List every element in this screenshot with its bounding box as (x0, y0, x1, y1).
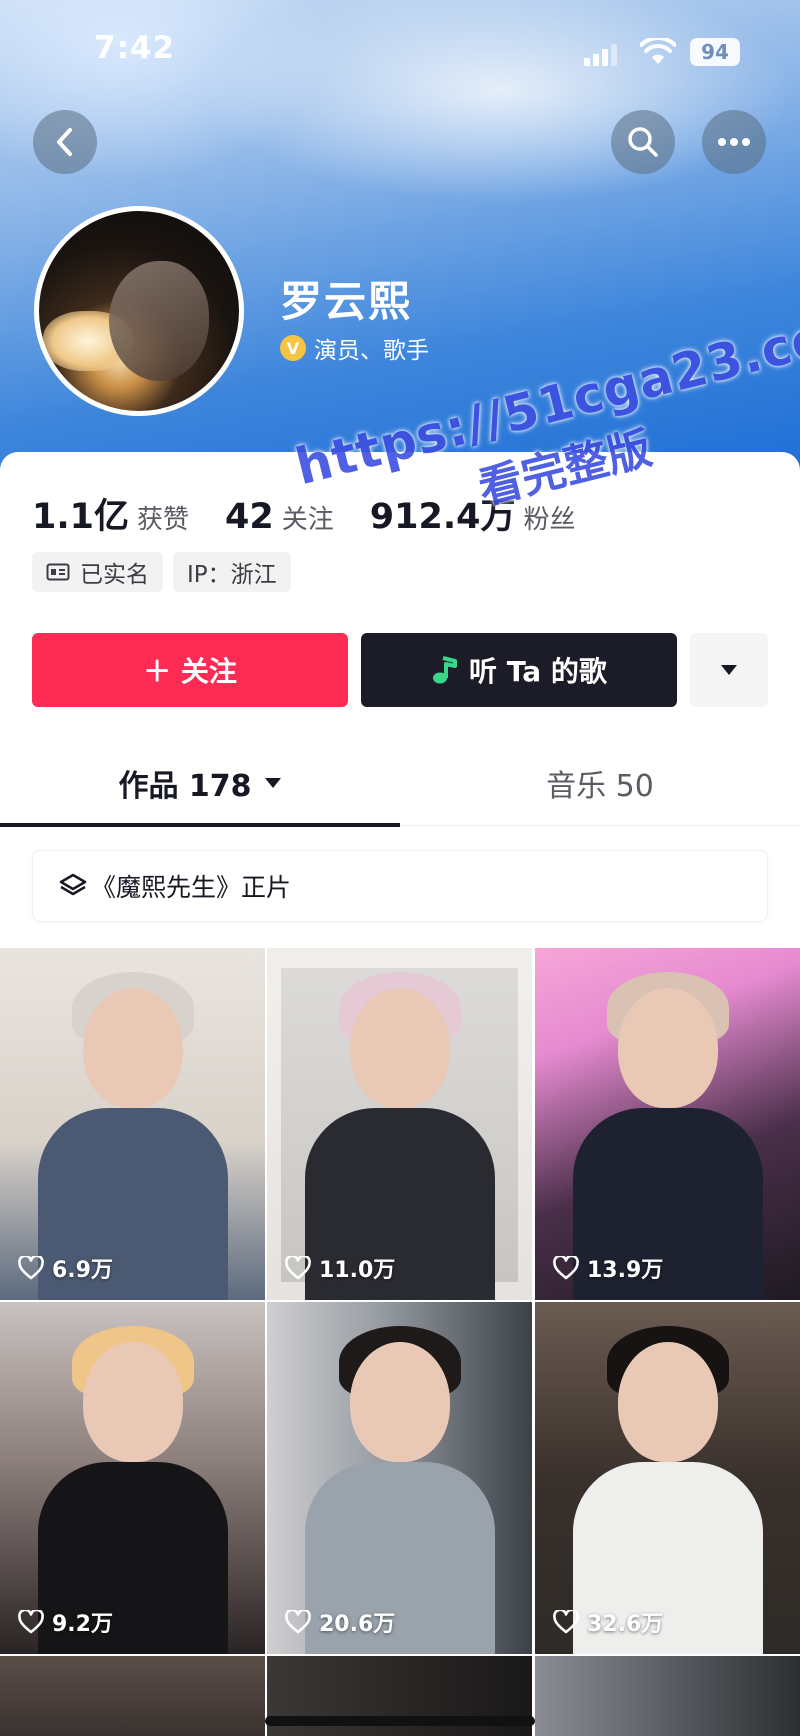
video-thumbnail[interactable]: 13.9万 (535, 948, 800, 1300)
verified-title-text: 演员、歌手 (314, 338, 429, 364)
ip-location-label: IP：浙江 (187, 562, 277, 588)
video-likes: 11.0万 (285, 1252, 395, 1284)
verified-badge-icon: V (280, 335, 306, 361)
video-thumbnail[interactable]: 6.9万 (0, 948, 265, 1300)
home-indicator (265, 1716, 535, 1726)
battery-indicator: 94 (690, 38, 740, 66)
music-note-icon (433, 656, 458, 684)
avatar[interactable] (34, 206, 244, 416)
status-bar: 7:42 94 (0, 0, 800, 100)
video-thumbnail[interactable]: 20.6万 (267, 1302, 532, 1654)
video-likes-count: 13.9万 (587, 1258, 664, 1283)
action-buttons: ＋ 关注 听 Ta 的歌 (32, 633, 768, 707)
video-likes-count: 6.9万 (52, 1258, 113, 1283)
search-button[interactable] (611, 110, 675, 174)
search-icon (628, 127, 658, 157)
video-thumbnail[interactable] (0, 1656, 265, 1736)
video-thumbnail[interactable] (535, 1656, 800, 1736)
triangle-down-icon (721, 665, 737, 675)
real-name-chip: 已实名 (32, 552, 163, 592)
heart-icon (18, 1610, 44, 1634)
video-thumbnail[interactable]: 9.2万 (0, 1302, 265, 1654)
heart-icon (553, 1256, 579, 1280)
listen-songs-label: 听 Ta 的歌 (469, 655, 607, 688)
heart-icon (285, 1610, 311, 1634)
likes-count: 1.1亿 (32, 497, 130, 537)
following-count[interactable]: 42 (225, 497, 274, 537)
heart-icon (18, 1256, 44, 1280)
video-likes-count: 11.0万 (319, 1258, 396, 1283)
heart-icon (553, 1610, 579, 1634)
tab-music-label: 音乐 50 (546, 769, 654, 804)
video-likes: 6.9万 (18, 1252, 113, 1284)
video-likes-count: 20.6万 (319, 1612, 396, 1637)
layers-icon (59, 873, 87, 896)
chevron-left-icon (57, 128, 72, 156)
profile-tags: 已实名 IP：浙江 (32, 552, 291, 592)
triangle-down-icon (264, 778, 281, 788)
more-actions-dropdown[interactable] (690, 633, 768, 707)
collection-title: 《魔熙先生》正片 (91, 873, 292, 902)
tab-works[interactable]: 作品 178 (0, 740, 400, 826)
video-likes-count: 32.6万 (587, 1612, 664, 1637)
listen-songs-button[interactable]: 听 Ta 的歌 (361, 633, 677, 707)
video-thumbnail[interactable]: 32.6万 (535, 1302, 800, 1654)
profile-name: 罗云熙 (280, 277, 413, 326)
collection-card[interactable]: 《魔熙先生》正片 (32, 850, 768, 922)
content-tabs: 作品 178 音乐 50 (0, 740, 800, 827)
id-card-icon (46, 563, 70, 581)
active-tab-indicator (0, 823, 400, 827)
tab-music[interactable]: 音乐 50 (400, 740, 800, 826)
likes-label: 获赞 (137, 505, 190, 535)
verified-title: V 演员、歌手 (280, 331, 429, 365)
status-time: 7:42 (94, 30, 176, 66)
video-likes: 13.9万 (553, 1252, 663, 1284)
back-button[interactable] (33, 110, 97, 174)
signal-icon (584, 44, 618, 66)
ip-location-chip: IP：浙江 (173, 552, 291, 592)
tab-works-label: 作品 178 (118, 769, 252, 804)
video-likes: 9.2万 (18, 1606, 113, 1638)
video-likes: 32.6万 (553, 1606, 663, 1638)
video-likes-count: 9.2万 (52, 1612, 113, 1637)
wifi-icon (640, 38, 676, 64)
follow-button-label: ＋ 关注 (143, 655, 237, 688)
heart-icon (285, 1256, 311, 1280)
video-likes: 20.6万 (285, 1606, 395, 1638)
more-horizontal-icon (718, 138, 750, 146)
more-button[interactable] (702, 110, 766, 174)
real-name-label: 已实名 (80, 562, 149, 588)
video-thumbnail[interactable]: 11.0万 (267, 948, 532, 1300)
follow-button[interactable]: ＋ 关注 (32, 633, 348, 707)
